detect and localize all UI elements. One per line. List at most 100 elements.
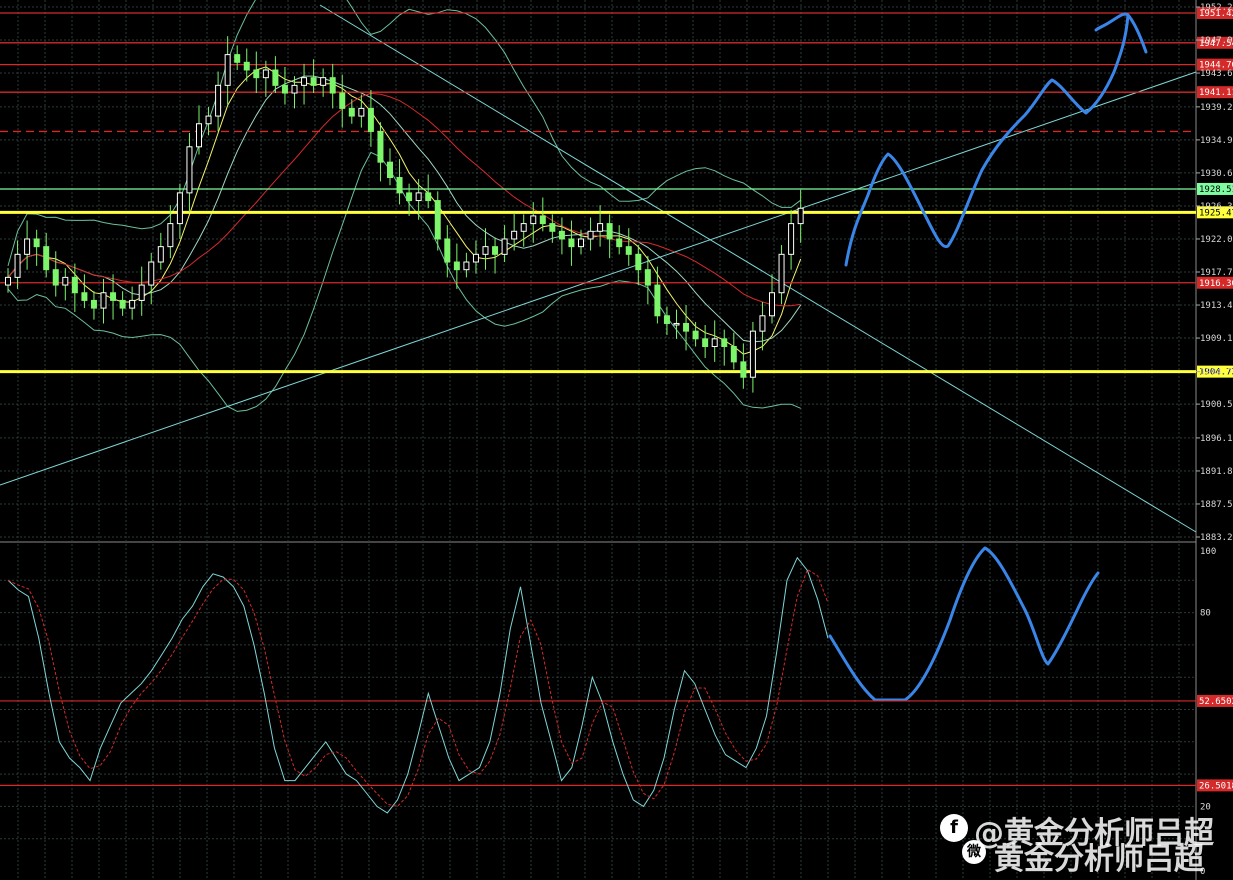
price-axis-label: 1913.40 bbox=[1200, 301, 1233, 311]
candle-body bbox=[644, 269, 651, 286]
candle-body bbox=[71, 276, 78, 294]
candle-body bbox=[616, 238, 623, 248]
candle-body bbox=[62, 276, 69, 286]
candle-body bbox=[606, 223, 613, 240]
candle-body bbox=[597, 223, 604, 232]
candle-body bbox=[33, 238, 40, 248]
price-axis-label: 1883.20 bbox=[1200, 533, 1233, 543]
candle-body bbox=[406, 192, 413, 202]
osc-axis-label: 80 bbox=[1200, 609, 1211, 619]
watermark-line-2: 黄金分析师吕超 bbox=[994, 842, 1204, 877]
candle-body bbox=[138, 284, 145, 301]
price-axis-label: 1926.30 bbox=[1200, 202, 1233, 212]
weibo-logo-icon-small: 微 bbox=[962, 840, 986, 864]
candle-body bbox=[329, 77, 336, 94]
candle-body bbox=[215, 84, 222, 117]
price-axis-label: 1952.20 bbox=[1200, 3, 1233, 13]
candle-body bbox=[24, 238, 31, 255]
price-axis-label: 1891.80 bbox=[1200, 467, 1233, 477]
price-axis-label: 1930.60 bbox=[1200, 169, 1233, 179]
candle-body bbox=[262, 69, 269, 79]
price-axis-label: 1934.90 bbox=[1200, 136, 1233, 146]
moving-averages bbox=[7, 66, 802, 355]
candle-body bbox=[205, 115, 212, 125]
candle-body bbox=[348, 107, 355, 117]
candle-body bbox=[663, 315, 670, 324]
candle-body bbox=[434, 200, 441, 240]
candle-body bbox=[253, 69, 260, 79]
candle-body bbox=[511, 230, 518, 240]
candle-body bbox=[463, 261, 470, 271]
forecast-drawing bbox=[828, 12, 1148, 702]
descending-trendline bbox=[319, 4, 1197, 533]
candle-body bbox=[387, 161, 393, 179]
candle-body bbox=[5, 276, 11, 286]
candle-body bbox=[587, 230, 594, 240]
ma-slow-line bbox=[7, 92, 801, 307]
candle-body bbox=[272, 69, 279, 86]
candle-body bbox=[110, 292, 117, 301]
candle-body bbox=[129, 299, 136, 309]
candle-body bbox=[396, 177, 403, 194]
candle-body bbox=[196, 123, 202, 148]
candle-body bbox=[578, 238, 584, 248]
candle-body bbox=[157, 246, 164, 263]
candle-body bbox=[167, 223, 174, 248]
osc-axis-label: 100 bbox=[1200, 547, 1216, 557]
candle-body bbox=[769, 292, 775, 317]
candle-body bbox=[367, 107, 374, 132]
price-axis-label: 1943.60 bbox=[1200, 69, 1233, 79]
candle-body bbox=[301, 77, 308, 86]
price-axis: 1951.421947.541944.701941.111928.511925.… bbox=[1196, 3, 1233, 877]
price-axis-label: 1904.73 bbox=[1200, 368, 1233, 378]
candle-body bbox=[797, 207, 804, 225]
candle-body bbox=[119, 299, 126, 309]
weibo-logo-icon: f bbox=[940, 814, 968, 842]
candle-body bbox=[320, 77, 327, 86]
candle-body bbox=[472, 253, 479, 263]
candle-body bbox=[539, 215, 546, 225]
candle-body bbox=[635, 253, 642, 271]
candle-body bbox=[683, 322, 690, 332]
candle-body bbox=[692, 330, 699, 340]
candle-body bbox=[711, 338, 718, 348]
candle-body bbox=[81, 292, 88, 301]
candle-body bbox=[501, 238, 508, 255]
stoch-d-line bbox=[7, 568, 829, 807]
candle-body bbox=[530, 215, 537, 225]
candle-body bbox=[673, 322, 680, 326]
level-tag-label: 1941.11 bbox=[1199, 88, 1233, 98]
candle-body bbox=[520, 223, 527, 232]
candle-body bbox=[358, 107, 365, 117]
candle-body bbox=[444, 238, 451, 263]
candle-body bbox=[654, 284, 661, 317]
candle-body bbox=[377, 130, 384, 163]
candle-body bbox=[730, 346, 737, 363]
candle-body bbox=[702, 338, 709, 348]
candle-body bbox=[749, 330, 756, 378]
candle-body bbox=[43, 246, 50, 271]
candle-body bbox=[176, 192, 183, 225]
candle-body bbox=[558, 230, 565, 240]
candle-body bbox=[549, 223, 556, 232]
candle-body bbox=[482, 246, 489, 255]
price-axis-label: 1917.70 bbox=[1200, 268, 1233, 278]
level-tag-label: 1928.51 bbox=[1199, 185, 1233, 195]
candle-body bbox=[281, 84, 288, 94]
candle-body bbox=[100, 292, 107, 309]
price-axis-label: 1939.20 bbox=[1200, 103, 1233, 113]
candle-body bbox=[52, 269, 59, 286]
candle-body bbox=[234, 54, 241, 63]
candle-body bbox=[14, 253, 21, 278]
price-axis-label: 1922.00 bbox=[1200, 235, 1233, 245]
candle-body bbox=[186, 146, 193, 194]
candle-body bbox=[291, 84, 298, 94]
candle-body bbox=[778, 253, 785, 294]
price-axis-label: 1947.90 bbox=[1200, 36, 1233, 46]
candle-body bbox=[721, 338, 728, 348]
candle-body bbox=[310, 77, 317, 86]
osc-level-label: 52.6502 bbox=[1199, 697, 1233, 707]
candle-body bbox=[339, 92, 346, 109]
price-axis-label: 1909.10 bbox=[1200, 334, 1233, 344]
ma-fast-line bbox=[7, 66, 802, 355]
